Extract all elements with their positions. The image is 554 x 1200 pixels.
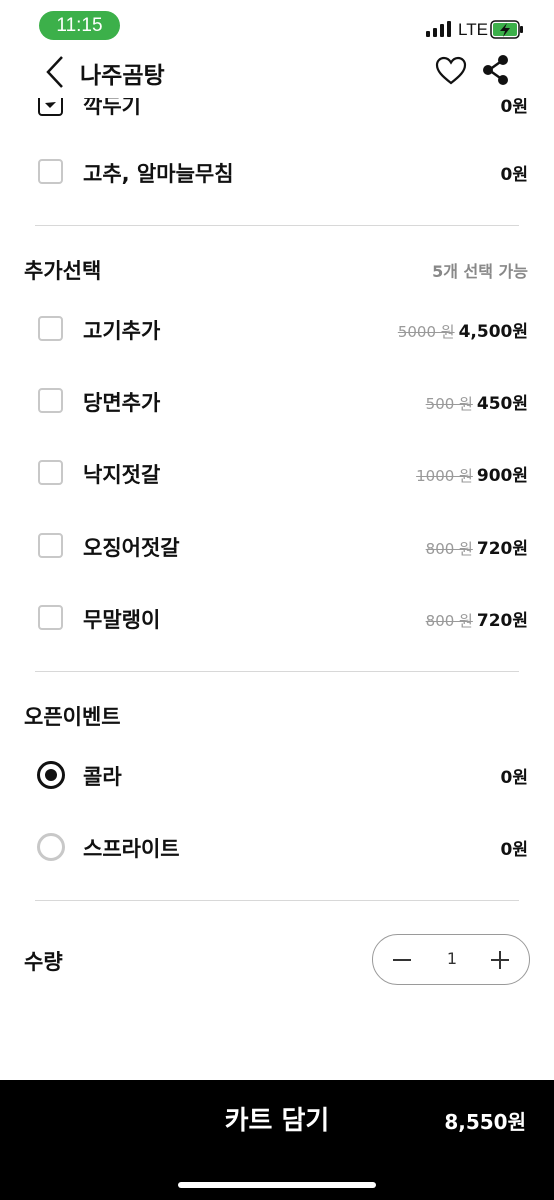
minus-icon[interactable]	[387, 946, 417, 974]
option-price: 0원	[500, 165, 528, 185]
sale-price: 4,500원	[458, 322, 528, 342]
signal-icon	[426, 21, 452, 37]
checkbox[interactable]	[38, 388, 63, 413]
event-price: 0원	[500, 840, 528, 860]
quantity-stepper[interactable]: 1	[372, 934, 530, 985]
back-icon[interactable]	[40, 53, 70, 91]
add-to-cart-bar[interactable]: 카트 담기 8,550원	[0, 1080, 554, 1200]
network-label: LTE	[458, 20, 488, 39]
addon-limit-note: 5개 선택 가능	[432, 262, 528, 281]
event-option-row[interactable]: 스프라이트 0원	[0, 827, 554, 867]
event-price: 0원	[500, 768, 528, 788]
radio-selected[interactable]	[37, 761, 65, 789]
status-bar: 11:15 LTE	[0, 0, 554, 50]
original-price: 1000 원	[416, 467, 473, 485]
checkbox[interactable]	[38, 460, 63, 485]
addon-price: 1000 원 900원	[416, 461, 528, 486]
share-icon[interactable]	[480, 53, 512, 87]
addon-label: 고기추가	[83, 319, 161, 343]
checkbox[interactable]	[38, 159, 63, 184]
option-content: 깍두기 0원 고추, 알마늘무침 0원 추가선택 5개 선택 가능 고기추가 5…	[0, 0, 554, 1080]
sale-price: 450원	[476, 394, 528, 414]
quantity-label: 수량	[24, 950, 63, 974]
divider	[35, 900, 519, 901]
addon-label: 오징어젓갈	[83, 536, 180, 560]
home-indicator	[178, 1182, 376, 1188]
checkbox[interactable]	[38, 605, 63, 630]
original-price: 800 원	[425, 540, 473, 558]
event-option-row[interactable]: 콜라 0원	[0, 755, 554, 795]
battery-charging-icon	[490, 20, 524, 39]
cart-total-price: 8,550원	[444, 1110, 526, 1134]
original-price: 800 원	[425, 612, 473, 630]
status-time: 11:15	[39, 11, 120, 40]
addon-price: 5000 원 4,500원	[398, 317, 528, 342]
addon-price: 500 원 450원	[426, 389, 528, 414]
divider	[35, 671, 519, 672]
checkbox[interactable]	[38, 316, 63, 341]
option-label: 고추, 알마늘무침	[83, 162, 234, 186]
header: 나주곰탕	[0, 50, 554, 98]
original-price: 5000 원	[397, 323, 455, 341]
addon-label: 낙지젓갈	[83, 463, 161, 487]
checkbox[interactable]	[38, 533, 63, 558]
addon-label: 당면추가	[83, 391, 161, 415]
addon-price: 800 원 720원	[426, 606, 528, 631]
addon-price: 800 원 720원	[426, 534, 528, 559]
event-label: 콜라	[83, 765, 122, 789]
addon-row[interactable]: 낙지젓갈 1000 원 900원	[0, 453, 554, 493]
sale-price: 720원	[476, 539, 528, 559]
option-row[interactable]: 고추, 알마늘무침 0원	[0, 152, 554, 192]
original-price: 500 원	[425, 395, 473, 413]
addon-row[interactable]: 당면추가 500 원 450원	[0, 381, 554, 421]
plus-icon[interactable]	[485, 946, 515, 974]
quantity-value: 1	[446, 949, 458, 968]
divider	[35, 225, 519, 226]
event-label: 스프라이트	[83, 837, 180, 861]
addon-label: 무말랭이	[83, 608, 161, 632]
sale-price: 900원	[476, 466, 528, 486]
heart-icon[interactable]	[434, 55, 468, 87]
addon-row[interactable]: 무말랭이 800 원 720원	[0, 598, 554, 638]
event-section-title: 오픈이벤트	[24, 705, 121, 729]
addon-row[interactable]: 오징어젓갈 800 원 720원	[0, 526, 554, 566]
page-title: 나주곰탕	[80, 63, 165, 89]
sale-price: 720원	[476, 611, 528, 631]
radio[interactable]	[37, 833, 65, 861]
addon-row[interactable]: 고기추가 5000 원 4,500원	[0, 309, 554, 349]
addon-section-title: 추가선택	[24, 259, 102, 283]
